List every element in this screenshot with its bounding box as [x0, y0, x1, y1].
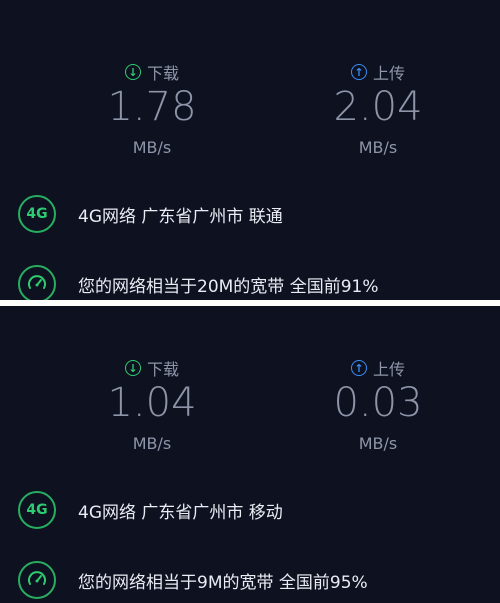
upload-arrow-icon: ↑ [350, 64, 367, 80]
download-arrow-icon: ↓ [124, 360, 141, 376]
comparison-info-row: 您的网络相当于9M的宽带 全国前95% [18, 559, 368, 601]
comparison-info-text: 您的网络相当于9M的宽带 全国前95% [78, 572, 368, 593]
speed-result-panel-2: ↓ 下载 1.04 MB/s ↑ 上传 0.03 MB/s 4G 4G网络 广东… [0, 306, 500, 603]
network-info-row: 4G 4G网络 广东省广州市 移动 [18, 489, 283, 531]
download-label: 下载 [146, 360, 179, 379]
speedometer-icon [18, 265, 56, 300]
speedometer-icon [18, 561, 56, 599]
upload-speed-unit: MB/s [358, 138, 398, 157]
4g-badge-icon: 4G [18, 195, 56, 233]
download-speed-unit: MB/s [132, 434, 172, 453]
speed-result-panel-1: ↓ 下载 1.78 MB/s ↑ 上传 2.04 MB/s 4G 4G网络 广东… [0, 0, 500, 300]
download-label-row: ↓ 下载 [52, 358, 252, 379]
upload-label-row: ↑ 上传 [278, 358, 478, 379]
network-info-text: 4G网络 广东省广州市 移动 [78, 502, 283, 523]
download-speed-value: 1.78 [107, 84, 197, 130]
upload-speed-value: 2.04 [333, 84, 423, 130]
network-info-text: 4G网络 广东省广州市 联通 [78, 206, 283, 227]
download-arrow-icon: ↓ [124, 64, 141, 80]
4g-badge-icon: 4G [18, 491, 56, 529]
comparison-info-row: 您的网络相当于20M的宽带 全国前91% [18, 263, 379, 300]
upload-label-row: ↑ 上传 [278, 62, 478, 83]
upload-label: 上传 [372, 360, 405, 379]
upload-arrow-icon: ↑ [350, 360, 367, 376]
download-label-row: ↓ 下载 [52, 62, 252, 83]
upload-label: 上传 [372, 64, 405, 83]
upload-speed-unit: MB/s [358, 434, 398, 453]
comparison-info-text: 您的网络相当于20M的宽带 全国前91% [78, 276, 379, 297]
download-speed-value: 1.04 [107, 380, 197, 426]
network-info-row: 4G 4G网络 广东省广州市 联通 [18, 193, 283, 235]
download-speed-unit: MB/s [132, 138, 172, 157]
download-label: 下载 [146, 64, 179, 83]
upload-speed-value: 0.03 [333, 380, 423, 426]
